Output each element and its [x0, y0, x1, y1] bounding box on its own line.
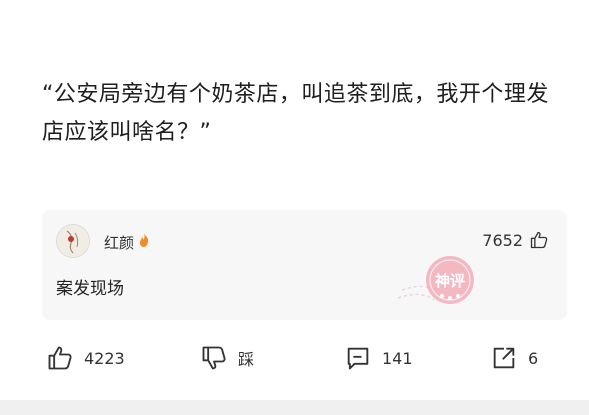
- dislike-label: 踩: [238, 350, 255, 369]
- thumbs-up-icon: [530, 231, 548, 249]
- thumbs-down-icon: [202, 346, 226, 370]
- comment-icon: [347, 347, 369, 370]
- comment-like-button[interactable]: 7652: [482, 230, 549, 250]
- dislike-button[interactable]: 踩: [200, 344, 254, 372]
- share-count: 6: [528, 348, 539, 368]
- stamp-text: 神评: [435, 272, 465, 290]
- fire-icon: [139, 233, 149, 247]
- thumbs-up-icon: [48, 346, 72, 370]
- share-button[interactable]: 6: [490, 344, 538, 372]
- hot-comment-stamp: 神评: [397, 256, 474, 304]
- hot-comment-card[interactable]: 红颜 7652 案发现场 神评: [42, 210, 567, 320]
- comment-button[interactable]: 141: [344, 344, 413, 372]
- avatar[interactable]: [56, 224, 90, 258]
- post-actions: 4223 踩 141 6: [0, 336, 589, 380]
- share-icon: [493, 347, 515, 369]
- bottom-divider: [0, 400, 589, 415]
- comment-count: 141: [382, 348, 413, 368]
- comment-text: 案发现场: [56, 279, 124, 299]
- like-count: 4223: [84, 348, 125, 368]
- like-button[interactable]: 4223: [46, 344, 125, 372]
- comment-username[interactable]: 红颜: [104, 232, 134, 253]
- comment-like-count: 7652: [482, 230, 523, 250]
- post-text: “公安局旁边有个奶茶店，叫追茶到底，我开个理发 店应该叫啥名？”: [42, 82, 549, 145]
